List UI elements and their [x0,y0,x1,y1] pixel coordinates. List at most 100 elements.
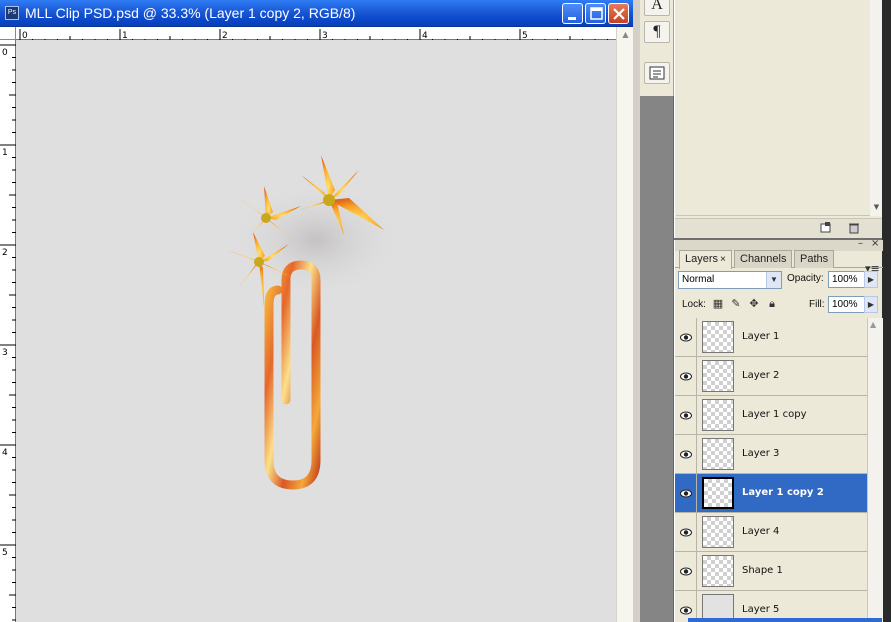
maximize-button[interactable] [585,3,606,24]
layer-thumbnail[interactable] [702,555,734,587]
layer-row[interactable]: Layer 1 [675,318,867,357]
ruler-label: 3 [2,348,8,358]
layer-row[interactable]: Layer 3 [675,435,867,474]
screen-edge [882,0,891,622]
blend-mode-value: Normal [682,274,715,285]
layer-comps-button[interactable] [644,62,670,84]
character-panel-button[interactable]: A [644,0,670,16]
opacity-value: 100% [832,274,858,285]
chevron-down-icon[interactable]: ▼ [766,272,781,288]
fill-slider-button[interactable]: ▶ [864,296,878,313]
visibility-toggle[interactable] [675,396,697,435]
visibility-toggle[interactable] [675,513,697,552]
eye-icon [680,411,692,420]
eye-icon [680,606,692,615]
tab-paths[interactable]: Paths [794,250,835,268]
layers-panel-tabs: Layers × Channels Paths ▾≡ [675,250,883,275]
visibility-toggle[interactable] [675,552,697,591]
visibility-toggle[interactable] [675,318,697,357]
minimize-button[interactable] [562,3,583,24]
vertical-ruler-ticks: 0 1 2 3 4 5 [0,44,16,621]
document-canvas[interactable] [16,40,616,622]
visibility-toggle[interactable] [675,435,697,474]
tab-layers-label: Layers [685,253,719,265]
ruler-origin[interactable] [0,27,16,40]
document-title: MLL Clip PSD.psd @ 33.3% (Layer 1 copy 2… [25,5,356,21]
layers-panel: – × Layers × Channels Paths ▾≡ Normal ▼ O… [674,238,883,622]
panel-footer-icons [820,222,859,234]
lock-all-icon[interactable]: 🔒︎ [766,298,778,310]
layer-list: Layer 1 Layer 2 Layer 1 copy Layer 3 Layer 1… [675,318,867,622]
tab-channels-label: Channels [740,253,787,265]
blend-opacity-row: Normal ▼ Opacity: 100% ▶ [675,270,883,292]
layer-row[interactable]: Layer 4 [675,513,867,552]
paragraph-icon: ¶ [653,23,661,40]
tab-close-icon[interactable]: × [720,254,726,265]
paragraph-panel: ▼ [674,0,883,238]
eye-icon [680,372,692,381]
document-vertical-scrollbar[interactable]: ▲ [616,27,633,622]
ruler-label: 4 [2,448,8,458]
ruler-label: 1 [2,148,8,158]
layer-name: Layer 1 copy [742,409,807,420]
lock-label: Lock: [682,299,706,310]
palette-well: A ¶ [640,0,674,96]
layer-name: Layer 1 copy 2 [742,487,824,498]
document-window: Ps MLL Clip PSD.psd @ 33.3% (Layer 1 cop… [0,0,633,622]
layer-name: Layer 4 [742,526,780,537]
scroll-up-arrow-icon[interactable]: ▲ [870,320,876,329]
ruler-label: 0 [2,48,8,58]
paragraph-panel-button[interactable]: ¶ [644,21,670,43]
document-titlebar[interactable]: Ps MLL Clip PSD.psd @ 33.3% (Layer 1 cop… [0,0,633,27]
layer-row[interactable]: Shape 1 [675,552,867,591]
new-item-icon[interactable] [820,222,831,233]
layer-comps-icon [649,66,665,80]
taskbar-edge [688,618,882,622]
fill-input[interactable]: 100% [828,296,865,313]
character-icon: A [651,0,663,13]
lock-transparent-icon[interactable]: ▦ [712,298,724,310]
layer-thumbnail[interactable] [702,477,734,509]
visibility-toggle[interactable] [675,357,697,396]
tab-paths-label: Paths [800,253,829,265]
visibility-toggle[interactable] [675,474,697,513]
paperclip-artwork [226,155,406,490]
lock-position-icon[interactable]: ✥ [748,298,760,310]
layer-row[interactable]: Layer 1 copy [675,396,867,435]
layer-name: Layer 2 [742,370,780,381]
layer-thumbnail[interactable] [702,360,734,392]
layer-thumbnail[interactable] [702,438,734,470]
fill-value: 100% [832,299,858,310]
eye-icon [680,450,692,459]
scroll-up-arrow-icon[interactable]: ▲ [618,28,633,41]
tab-layers[interactable]: Layers × [679,250,732,269]
horizontal-ruler[interactable]: 012345 [16,27,616,42]
panel-minimize-icon[interactable]: – [858,238,863,249]
layer-thumbnail[interactable] [702,399,734,431]
layer-thumbnail[interactable] [702,321,734,353]
scroll-down-arrow-icon[interactable]: ▼ [871,203,882,213]
close-button[interactable] [608,3,629,24]
ruler-label: 2 [2,248,8,258]
blend-mode-select[interactable]: Normal ▼ [678,271,782,289]
layer-name: Layer 5 [742,604,780,615]
close-icon [613,8,625,20]
panel-close-icon[interactable]: × [871,238,879,249]
paragraph-panel-body [676,0,871,216]
vertical-ruler[interactable]: 0 1 2 3 4 5 [0,40,16,622]
window-gap [633,0,640,622]
opacity-input[interactable]: 100% [828,271,865,288]
layer-list-scrollbar[interactable]: ▲ [867,318,883,622]
photoshop-doc-icon: Ps [5,6,19,20]
opacity-slider-button[interactable]: ▶ [864,271,878,288]
layer-thumbnail[interactable] [702,516,734,548]
layer-row[interactable]: Layer 1 copy 2 [675,474,867,513]
eye-icon [680,528,692,537]
layer-name: Layer 1 [742,331,780,342]
layer-row[interactable]: Layer 2 [675,357,867,396]
eye-icon [680,333,692,342]
layer-name: Layer 3 [742,448,780,459]
tab-channels[interactable]: Channels [734,250,793,268]
trash-icon[interactable] [849,223,859,234]
lock-image-icon[interactable]: ✎ [730,298,742,310]
